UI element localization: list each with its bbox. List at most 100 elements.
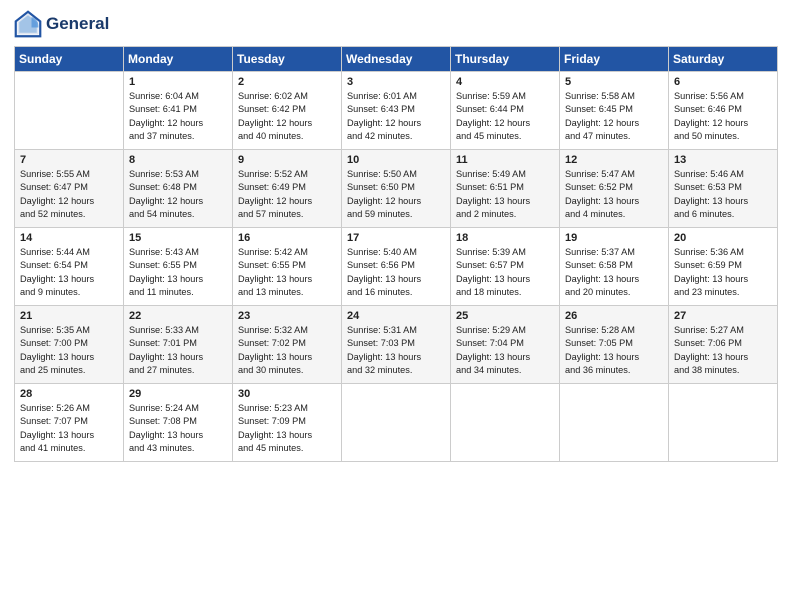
day-number: 22: [129, 310, 227, 322]
calendar-cell: 12 Sunrise: 5:47 AM Sunset: 6:52 PM Dayli…: [560, 150, 669, 228]
day-number: 4: [456, 76, 554, 88]
day-info: Sunrise: 6:04 AM Sunset: 6:41 PM Dayligh…: [129, 90, 227, 143]
calendar-cell: 3 Sunrise: 6:01 AM Sunset: 6:43 PM Daylig…: [342, 72, 451, 150]
day-info: Sunrise: 5:49 AM Sunset: 6:51 PM Dayligh…: [456, 168, 554, 221]
calendar-cell: 21 Sunrise: 5:35 AM Sunset: 7:00 PM Dayli…: [15, 306, 124, 384]
day-number: 25: [456, 310, 554, 322]
calendar-cell: 10 Sunrise: 5:50 AM Sunset: 6:50 PM Dayli…: [342, 150, 451, 228]
calendar-cell: 8Sunrise: 5:53 AM Sunset: 6:48 PM Daylig…: [124, 150, 233, 228]
calendar-cell: [669, 384, 778, 462]
day-info: Sunrise: 5:50 AM Sunset: 6:50 PM Dayligh…: [347, 168, 445, 221]
day-number: 19: [565, 232, 663, 244]
day-number: 12: [565, 154, 663, 166]
day-info: Sunrise: 5:44 AM Sunset: 6:54 PM Dayligh…: [20, 246, 118, 299]
calendar-cell: 19 Sunrise: 5:37 AM Sunset: 6:58 PM Dayli…: [560, 228, 669, 306]
day-number: 16: [238, 232, 336, 244]
calendar-week-row: 21 Sunrise: 5:35 AM Sunset: 7:00 PM Dayli…: [15, 306, 778, 384]
day-info: Sunrise: 5:26 AM Sunset: 7:07 PM Dayligh…: [20, 402, 118, 455]
day-info: Sunrise: 5:35 AM Sunset: 7:00 PM Dayligh…: [20, 324, 118, 377]
day-info: Sunrise: 5:46 AM Sunset: 6:53 PM Dayligh…: [674, 168, 772, 221]
day-info: Sunrise: 6:02 AM Sunset: 6:42 PM Dayligh…: [238, 90, 336, 143]
calendar-cell: 28 Sunrise: 5:26 AM Sunset: 7:07 PM Dayli…: [15, 384, 124, 462]
header-thursday: Thursday: [451, 47, 560, 72]
calendar-cell: 2 Sunrise: 6:02 AM Sunset: 6:42 PM Daylig…: [233, 72, 342, 150]
day-number: 21: [20, 310, 118, 322]
day-number: 27: [674, 310, 772, 322]
day-info: Sunrise: 5:29 AM Sunset: 7:04 PM Dayligh…: [456, 324, 554, 377]
calendar-cell: 24Sunrise: 5:31 AM Sunset: 7:03 PM Dayli…: [342, 306, 451, 384]
header-sunday: Sunday: [15, 47, 124, 72]
calendar-cell: 27 Sunrise: 5:27 AM Sunset: 7:06 PM Dayli…: [669, 306, 778, 384]
header-tuesday: Tuesday: [233, 47, 342, 72]
day-info: Sunrise: 5:47 AM Sunset: 6:52 PM Dayligh…: [565, 168, 663, 221]
day-info: Sunrise: 5:24 AM Sunset: 7:08 PM Dayligh…: [129, 402, 227, 455]
day-number: 15: [129, 232, 227, 244]
calendar-cell: [451, 384, 560, 462]
calendar-cell: 5 Sunrise: 5:58 AM Sunset: 6:45 PM Daylig…: [560, 72, 669, 150]
calendar-table: SundayMondayTuesdayWednesdayThursdayFrid…: [14, 46, 778, 462]
header-friday: Friday: [560, 47, 669, 72]
day-number: 18: [456, 232, 554, 244]
day-info: Sunrise: 6:01 AM Sunset: 6:43 PM Dayligh…: [347, 90, 445, 143]
calendar-cell: 16Sunrise: 5:42 AM Sunset: 6:55 PM Dayli…: [233, 228, 342, 306]
day-info: Sunrise: 5:59 AM Sunset: 6:44 PM Dayligh…: [456, 90, 554, 143]
day-info: Sunrise: 5:33 AM Sunset: 7:01 PM Dayligh…: [129, 324, 227, 377]
calendar-cell: 20Sunrise: 5:36 AM Sunset: 6:59 PM Dayli…: [669, 228, 778, 306]
day-info: Sunrise: 5:36 AM Sunset: 6:59 PM Dayligh…: [674, 246, 772, 299]
day-number: 26: [565, 310, 663, 322]
day-number: 24: [347, 310, 445, 322]
day-number: 5: [565, 76, 663, 88]
day-number: 30: [238, 388, 336, 400]
calendar-cell: [15, 72, 124, 150]
day-number: 1: [129, 76, 227, 88]
header-monday: Monday: [124, 47, 233, 72]
day-info: Sunrise: 5:39 AM Sunset: 6:57 PM Dayligh…: [456, 246, 554, 299]
day-info: Sunrise: 5:58 AM Sunset: 6:45 PM Dayligh…: [565, 90, 663, 143]
header-saturday: Saturday: [669, 47, 778, 72]
day-info: Sunrise: 5:32 AM Sunset: 7:02 PM Dayligh…: [238, 324, 336, 377]
page-container: General SundayMondayTuesdayWednesdayThur…: [0, 0, 792, 472]
day-number: 3: [347, 76, 445, 88]
calendar-week-row: 28 Sunrise: 5:26 AM Sunset: 7:07 PM Dayli…: [15, 384, 778, 462]
logo-icon: [14, 10, 42, 38]
calendar-cell: 9Sunrise: 5:52 AM Sunset: 6:49 PM Daylig…: [233, 150, 342, 228]
day-info: Sunrise: 5:27 AM Sunset: 7:06 PM Dayligh…: [674, 324, 772, 377]
calendar-cell: 30 Sunrise: 5:23 AM Sunset: 7:09 PM Dayli…: [233, 384, 342, 462]
day-number: 7: [20, 154, 118, 166]
calendar-cell: 1 Sunrise: 6:04 AM Sunset: 6:41 PM Daylig…: [124, 72, 233, 150]
header-wednesday: Wednesday: [342, 47, 451, 72]
day-number: 28: [20, 388, 118, 400]
calendar-week-row: 1 Sunrise: 6:04 AM Sunset: 6:41 PM Daylig…: [15, 72, 778, 150]
calendar-cell: 7 Sunrise: 5:55 AM Sunset: 6:47 PM Daylig…: [15, 150, 124, 228]
day-info: Sunrise: 5:23 AM Sunset: 7:09 PM Dayligh…: [238, 402, 336, 455]
logo: General: [14, 10, 109, 38]
calendar-cell: 6 Sunrise: 5:56 AM Sunset: 6:46 PM Daylig…: [669, 72, 778, 150]
calendar-cell: 18 Sunrise: 5:39 AM Sunset: 6:57 PM Dayli…: [451, 228, 560, 306]
calendar-cell: 25 Sunrise: 5:29 AM Sunset: 7:04 PM Dayli…: [451, 306, 560, 384]
day-info: Sunrise: 5:55 AM Sunset: 6:47 PM Dayligh…: [20, 168, 118, 221]
calendar-week-row: 14 Sunrise: 5:44 AM Sunset: 6:54 PM Dayli…: [15, 228, 778, 306]
day-info: Sunrise: 5:37 AM Sunset: 6:58 PM Dayligh…: [565, 246, 663, 299]
day-info: Sunrise: 5:56 AM Sunset: 6:46 PM Dayligh…: [674, 90, 772, 143]
calendar-cell: 15Sunrise: 5:43 AM Sunset: 6:55 PM Dayli…: [124, 228, 233, 306]
day-number: 2: [238, 76, 336, 88]
calendar-cell: 22 Sunrise: 5:33 AM Sunset: 7:01 PM Dayli…: [124, 306, 233, 384]
calendar-cell: [342, 384, 451, 462]
day-number: 6: [674, 76, 772, 88]
calendar-cell: 4 Sunrise: 5:59 AM Sunset: 6:44 PM Daylig…: [451, 72, 560, 150]
calendar-cell: 26Sunrise: 5:28 AM Sunset: 7:05 PM Dayli…: [560, 306, 669, 384]
logo-text: General: [46, 14, 109, 34]
calendar-cell: 11 Sunrise: 5:49 AM Sunset: 6:51 PM Dayli…: [451, 150, 560, 228]
calendar-header-row: SundayMondayTuesdayWednesdayThursdayFrid…: [15, 47, 778, 72]
day-number: 9: [238, 154, 336, 166]
day-number: 8: [129, 154, 227, 166]
day-number: 14: [20, 232, 118, 244]
day-number: 29: [129, 388, 227, 400]
header: General: [14, 10, 778, 38]
day-number: 11: [456, 154, 554, 166]
day-number: 10: [347, 154, 445, 166]
day-info: Sunrise: 5:40 AM Sunset: 6:56 PM Dayligh…: [347, 246, 445, 299]
calendar-week-row: 7 Sunrise: 5:55 AM Sunset: 6:47 PM Daylig…: [15, 150, 778, 228]
calendar-cell: 14 Sunrise: 5:44 AM Sunset: 6:54 PM Dayli…: [15, 228, 124, 306]
calendar-cell: 13Sunrise: 5:46 AM Sunset: 6:53 PM Dayli…: [669, 150, 778, 228]
